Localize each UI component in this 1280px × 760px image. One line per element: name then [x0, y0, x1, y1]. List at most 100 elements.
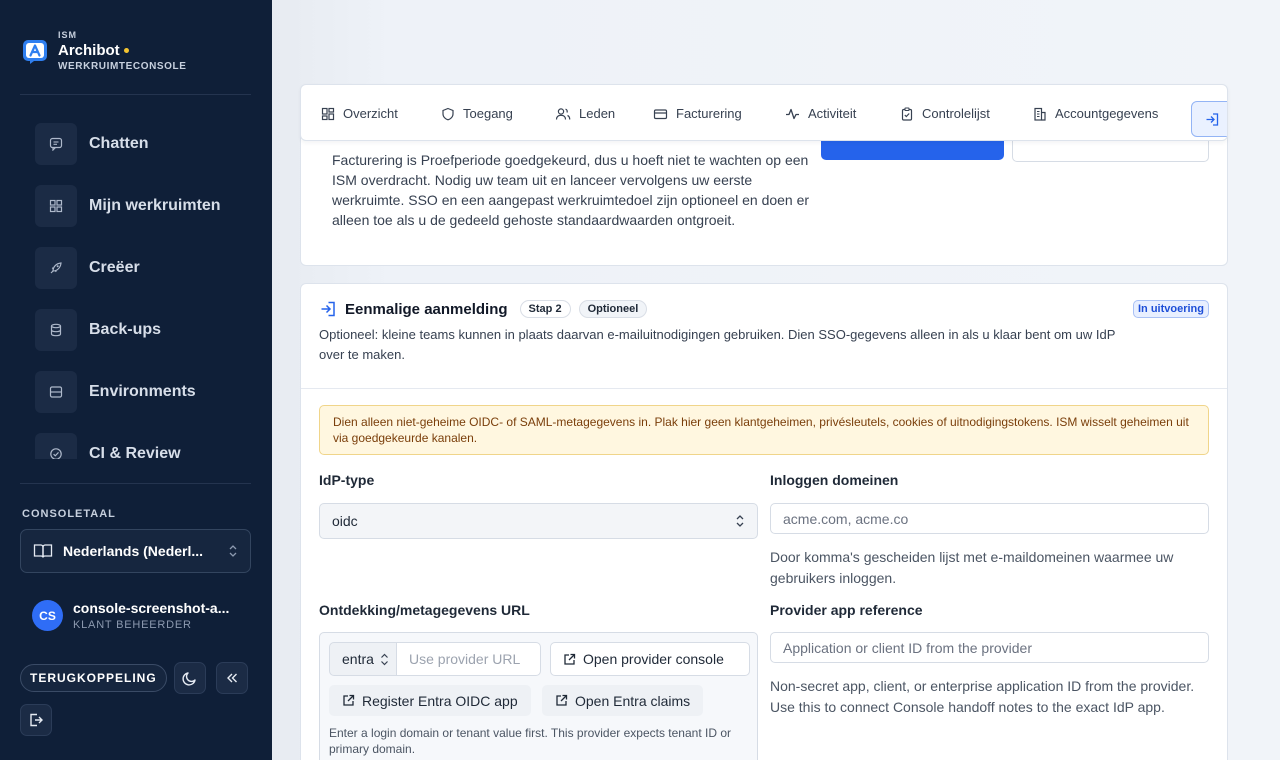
language-value: Nederlands (Nederl... [63, 543, 204, 559]
credit-card-icon [653, 107, 668, 121]
discovery-url-help: Enter a login domain or tenant value fir… [329, 726, 731, 756]
user-name: console-screenshot-a... [73, 600, 230, 616]
idp-type-select[interactable]: oidc [319, 503, 758, 539]
tab-accountgegevens[interactable]: Accountgegevens [1033, 85, 1159, 140]
logout-button[interactable] [20, 704, 52, 736]
moon-icon [182, 670, 198, 686]
section-title: Eenmalige aanmelding [345, 300, 508, 318]
brand[interactable]: ISM Archibot WERKRUIMTECONSOLE [22, 30, 187, 73]
tab-label: Overzicht [343, 106, 398, 121]
sidebar-item-environments[interactable]: Environments [20, 361, 252, 423]
chevrons-left-icon [225, 671, 239, 685]
database-icon [35, 309, 77, 351]
discovery-url-input[interactable]: Use provider URL [396, 642, 541, 676]
logout-icon [28, 712, 44, 728]
login-icon [319, 300, 337, 318]
open-provider-console-button[interactable]: Open provider console [550, 642, 750, 676]
tab-label: Controlelijst [922, 106, 990, 121]
sso-card: Eenmalige aanmelding Stap 2 Optioneel In… [300, 283, 1228, 760]
secondary-action-button[interactable] [1012, 141, 1209, 162]
optional-badge: Optioneel [578, 300, 648, 318]
avatar: CS [32, 600, 63, 631]
sidebar-divider [20, 483, 251, 484]
sidebar-item-label: Chatten [89, 135, 149, 152]
tab-leden[interactable]: Leden [555, 85, 616, 140]
tab-controlelijst[interactable]: Controlelijst [900, 85, 990, 140]
discovery-url-label: Ontdekking/metagegevens URL [319, 602, 530, 618]
theme-toggle-button[interactable] [174, 662, 206, 694]
brand-kicker: ISM [58, 30, 78, 40]
chevron-up-down-icon [380, 653, 389, 666]
collapse-sidebar-button[interactable] [216, 662, 248, 694]
tab-toegang[interactable]: Toegang [441, 85, 513, 140]
grid-icon [35, 185, 77, 227]
clipboard-icon [900, 106, 914, 121]
idp-type-value: oidc [332, 513, 358, 529]
primary-action-button[interactable] [821, 141, 1004, 160]
step-badge: Stap 2 [519, 300, 571, 318]
language-select[interactable]: Nederlands (Nederl... [20, 529, 251, 573]
tab-label: Accountgegevens [1055, 106, 1159, 121]
sidebar-item-mijn-werkruimten[interactable]: Mijn werkruimten [20, 175, 252, 237]
open-entra-claims-button[interactable]: Open Entra claims [542, 685, 704, 716]
language-label: CONSOLETAAL [22, 508, 116, 520]
sso-header: Eenmalige aanmelding Stap 2 Optioneel [319, 300, 648, 318]
activity-icon [785, 107, 800, 121]
discovery-url-group: entra Use provider URL Open provider con… [319, 632, 758, 760]
chevron-up-down-icon [228, 544, 238, 558]
tab-eenmalige-aanmelding[interactable] [1191, 101, 1227, 137]
tab-bar: Overzicht Toegang Leden Facturering Acti… [300, 84, 1228, 141]
chat-icon [35, 123, 77, 165]
archibot-logo-icon [22, 39, 48, 65]
tab-overzicht[interactable]: Overzicht [321, 85, 398, 140]
app-reference-help: Non-secret app, client, or enterprise ap… [770, 678, 1195, 715]
idp-type-label: IdP-type [319, 472, 375, 488]
domains-input[interactable] [770, 503, 1209, 534]
tab-label: Toegang [463, 106, 513, 121]
status-badge: In uitvoering [1133, 300, 1209, 318]
domains-label: Inloggen domeinen [770, 472, 899, 488]
billing-card-text: Facturering is Proefperiode goedgekeurd,… [332, 152, 810, 228]
sidebar-item-label: Environments [89, 383, 196, 400]
main-content: Facturering is Proefperiode goedgekeurd,… [272, 0, 1280, 760]
brand-name-row: Archibot [58, 41, 187, 60]
login-icon [1205, 112, 1220, 127]
building-icon [1033, 107, 1047, 121]
button-label: Open provider console [583, 651, 724, 667]
shield-icon [441, 107, 455, 121]
sidebar-item-label: Back-ups [89, 321, 162, 338]
layout-icon [321, 107, 335, 121]
register-entra-app-button[interactable]: Register Entra OIDC app [329, 685, 531, 716]
user-profile[interactable]: CS console-screenshot-a... KLANT BEHEERD… [32, 600, 243, 631]
button-label: Register Entra OIDC app [362, 692, 518, 709]
sidebar-divider [20, 94, 251, 95]
external-link-icon [342, 694, 355, 707]
sidebar-item-ci-review[interactable]: CI & Review [20, 423, 252, 459]
section-divider [301, 388, 1227, 389]
sidebar-item-label: CI & Review [89, 445, 181, 459]
sidebar-item-back-ups[interactable]: Back-ups [20, 299, 252, 361]
tab-label: Activiteit [808, 106, 857, 121]
sidebar-item-creeer[interactable]: Creëer [20, 237, 252, 299]
book-open-icon [33, 543, 53, 559]
chevron-up-down-icon [735, 514, 745, 528]
sidebar: ISM Archibot WERKRUIMTECONSOLE Chatten M… [0, 0, 272, 760]
external-link-icon [555, 694, 568, 707]
brand-name: Archibot [58, 42, 120, 59]
server-icon [35, 371, 77, 413]
rocket-icon [35, 247, 77, 289]
domains-help: Door komma's gescheiden lijst met e-mail… [770, 549, 1174, 586]
status-dot [123, 48, 129, 53]
users-icon [555, 107, 571, 121]
sidebar-item-chatten[interactable]: Chatten [20, 113, 252, 175]
app-reference-input[interactable] [770, 632, 1209, 663]
provider-select[interactable]: entra [329, 642, 402, 676]
provider-value: entra [342, 651, 374, 667]
check-circle-icon [35, 433, 77, 459]
feedback-button[interactable]: TERUGKOPPELING [20, 664, 167, 692]
tab-facturering[interactable]: Facturering [653, 85, 742, 140]
tab-label: Leden [579, 106, 616, 121]
tab-activiteit[interactable]: Activiteit [785, 85, 857, 140]
sidebar-nav: Chatten Mijn werkruimten Creëer Back-ups… [20, 113, 252, 459]
sidebar-item-label: Creëer [89, 259, 140, 276]
